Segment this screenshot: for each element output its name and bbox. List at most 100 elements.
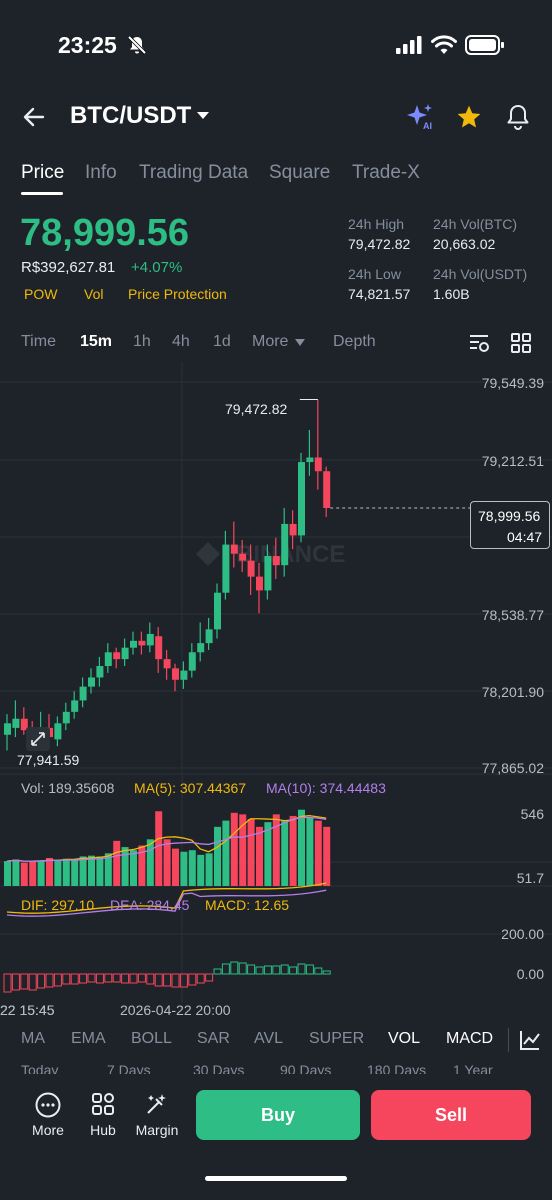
wifi-icon (431, 35, 457, 54)
tab-trade-x[interactable]: Trade-X (352, 162, 420, 184)
buy-button[interactable]: Buy (196, 1090, 360, 1140)
chevron-down-icon[interactable] (196, 111, 210, 121)
macd-histogram-bar (53, 973, 62, 987)
candle-body (272, 556, 280, 566)
chart-style-icon[interactable] (519, 1029, 541, 1051)
tab-trading-data[interactable]: Trading Data (139, 162, 248, 184)
tag-vol[interactable]: Vol (84, 286, 103, 302)
tab-info[interactable]: Info (85, 162, 117, 184)
macd-histogram-bar (179, 973, 188, 988)
sell-button[interactable]: Sell (371, 1090, 531, 1140)
macd-histogram-bar (171, 973, 180, 988)
volume-bar (12, 859, 20, 886)
volume-bar (146, 839, 154, 886)
alert-bell-icon[interactable] (506, 103, 530, 131)
ind-sar[interactable]: SAR (197, 1030, 230, 1048)
battery-icon (465, 35, 504, 55)
ind-boll[interactable]: BOLL (131, 1030, 172, 1048)
y-axis-label: 77,865.02 (481, 760, 544, 776)
candle-body (264, 556, 272, 591)
macd-histogram-bar (95, 973, 104, 984)
more-chevron-icon[interactable] (295, 339, 305, 346)
macd-histogram-bar (221, 963, 230, 975)
macd-histogram-bar (213, 968, 222, 975)
volume-bar (306, 817, 314, 886)
tab-square[interactable]: Square (269, 162, 330, 184)
volume-bar (37, 860, 45, 886)
candle-body (188, 652, 196, 671)
ind-super[interactable]: SUPER (309, 1030, 364, 1048)
indicator-settings-icon[interactable] (468, 332, 490, 354)
volume-bar (29, 861, 37, 886)
candle-body (214, 592, 221, 630)
macd-histogram-bar (238, 962, 247, 975)
expand-icon (31, 732, 45, 746)
macd-histogram-bar (272, 965, 281, 975)
volume-bar (121, 847, 129, 886)
low-label: 24h Low (348, 266, 401, 282)
ind-ema[interactable]: EMA (71, 1030, 106, 1048)
tf-depth[interactable]: Depth (333, 333, 376, 351)
candle-body (205, 629, 213, 644)
ind-macd[interactable]: MACD (446, 1030, 493, 1048)
tf-more[interactable]: More (252, 333, 288, 351)
tf-1h[interactable]: 1h (133, 333, 151, 351)
volume-bar (197, 854, 205, 886)
candle-body (71, 700, 79, 712)
tf-15m[interactable]: 15m (80, 333, 112, 351)
favorite-star-icon[interactable] (456, 104, 482, 130)
macd-histogram-bar (87, 973, 96, 983)
macd-histogram-bar (70, 973, 79, 985)
vol-btc-value: 20,663.02 (433, 236, 496, 252)
volume-legend: Vol: 189.35608 (21, 780, 115, 796)
candle-countdown: 04:47 (507, 529, 543, 545)
volume-bar (113, 840, 121, 886)
candle-body (113, 652, 121, 660)
more-label[interactable]: More (18, 1122, 78, 1138)
candle-body (323, 471, 331, 509)
x-axis-label-start: 22 15:45 (0, 1002, 55, 1018)
bottom-action-bar: More Hub Margin Buy Sell (0, 1074, 552, 1200)
macd-histogram-bar (289, 966, 298, 975)
macd-histogram-bar (137, 973, 146, 983)
tab-price[interactable]: Price (21, 162, 64, 184)
ind-vol[interactable]: VOL (388, 1030, 420, 1048)
volume-bar (155, 811, 163, 886)
bell-muted-icon (127, 35, 147, 55)
pair-selector[interactable]: BTC/USDT (70, 102, 191, 130)
hub-label[interactable]: Hub (73, 1122, 133, 1138)
macd-histogram-bar (129, 973, 138, 984)
margin-icon[interactable] (145, 1092, 169, 1116)
macd-histogram-bar (37, 973, 46, 989)
vol-btc-label: 24h Vol(BTC) (433, 216, 518, 232)
volume-bar (247, 819, 255, 886)
fullscreen-button[interactable] (26, 727, 50, 751)
macd-histogram-bar (188, 973, 197, 986)
volume-bar (222, 820, 230, 886)
tag-price-protection[interactable]: Price Protection (128, 286, 227, 302)
volume-bar (62, 858, 70, 886)
candle-body (79, 686, 87, 701)
macd-dea-legend: DEA: 284.45 (110, 897, 190, 913)
tf-4h[interactable]: 4h (172, 333, 190, 351)
margin-label[interactable]: Margin (127, 1122, 187, 1138)
tag-pow[interactable]: POW (24, 286, 57, 302)
tf-1d[interactable]: 1d (213, 333, 231, 351)
back-arrow-icon[interactable] (22, 105, 46, 129)
status-bar: 23:25 (0, 0, 552, 90)
current-price-value: 78,999.56 (478, 508, 541, 524)
kline-chart[interactable]: BINANCE 79,549.39 79,212.51 78,538.77 78… (0, 362, 552, 1018)
macd-histogram-bar (280, 964, 289, 975)
layout-grid-icon[interactable] (510, 332, 532, 354)
high-label: 24h High (348, 216, 405, 232)
tf-time[interactable]: Time (21, 333, 56, 351)
volume-bar (180, 851, 188, 886)
hub-icon[interactable] (91, 1092, 115, 1116)
vol-usdt-value: 1.60B (433, 286, 470, 302)
more-dots-icon[interactable] (35, 1092, 61, 1118)
ind-ma[interactable]: MA (21, 1030, 45, 1048)
macd-histogram-bar (3, 973, 12, 993)
candle-body (230, 544, 238, 554)
ind-avl[interactable]: AVL (254, 1030, 283, 1048)
ai-sparkle-icon[interactable]: AI (406, 103, 436, 131)
